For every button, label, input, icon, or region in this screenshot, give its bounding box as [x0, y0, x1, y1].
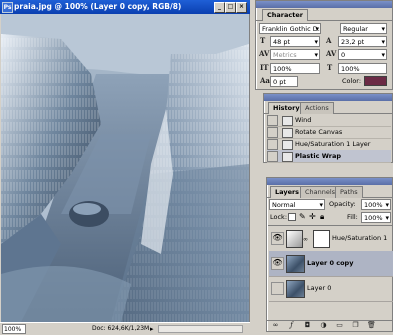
- doc-size-info: Doc: 624,6K/1,23M: [92, 325, 150, 332]
- horizontal-scale-icon: T: [327, 63, 333, 72]
- add-mask-icon[interactable]: ◘: [303, 321, 312, 330]
- maximize-icon[interactable]: □: [225, 2, 236, 13]
- close-icon[interactable]: ×: [236, 2, 247, 13]
- color-label: Color:: [342, 77, 362, 85]
- history-item-label: Plastic Wrap: [295, 152, 341, 160]
- character-tabs: Character: [256, 8, 392, 21]
- history-item-label: Rotate Canvas: [295, 128, 343, 136]
- font-family-select[interactable]: Franklin Gothic D...: [259, 23, 321, 34]
- visibility-eye-icon[interactable]: 👁︎: [271, 232, 284, 245]
- document-window: Ps praia.jpg @ 100% (Layer 0 copy, RGB/8…: [0, 0, 250, 335]
- layers-toolbar: ∞ ƒ ◘ ◑ ▭ ❐ 🗑︎: [267, 320, 392, 332]
- visibility-eye-icon[interactable]: [271, 282, 284, 295]
- tracking-field[interactable]: 0: [338, 49, 387, 60]
- kerning-field[interactable]: Metrics: [270, 49, 320, 60]
- fill-label: Fill:: [347, 213, 358, 221]
- lock-transparency-icon[interactable]: [288, 213, 296, 221]
- layer-style-icon[interactable]: ƒ: [287, 321, 296, 330]
- layer-name: Layer 0 copy: [307, 259, 354, 267]
- minimize-icon[interactable]: _: [214, 2, 225, 13]
- history-panel: History Actions Wind Rotate Canvas Hue/S…: [263, 93, 393, 163]
- text-color-swatch[interactable]: [364, 76, 387, 86]
- history-step-icon: [282, 140, 293, 150]
- adjustment-layer-icon: [286, 230, 303, 248]
- blend-mode-select[interactable]: Normal: [269, 199, 325, 210]
- panel-title-bar[interactable]: [267, 178, 392, 185]
- layers-list: 👁︎ ∞ Hue/Saturation 1 👁︎ Layer 0 copy La…: [268, 225, 393, 317]
- leading-field[interactable]: 23,2 pt: [338, 36, 387, 47]
- tab-paths[interactable]: Paths: [335, 186, 363, 198]
- layer-thumbnail: [286, 280, 305, 298]
- layer-name: Layer 0: [307, 284, 332, 292]
- font-size-icon: T: [260, 36, 266, 45]
- zoom-field[interactable]: 100%: [2, 324, 26, 334]
- new-layer-icon[interactable]: ❐: [351, 321, 360, 330]
- tab-character[interactable]: Character: [262, 9, 308, 21]
- link-layers-icon[interactable]: ∞: [271, 321, 280, 330]
- lock-pixels-icon[interactable]: ✎: [299, 212, 306, 221]
- horizontal-scale-field[interactable]: 100%: [338, 63, 387, 74]
- layer-mask-thumbnail: [313, 230, 330, 248]
- kerning-icon: AV: [259, 49, 270, 58]
- history-item-label: Wind: [295, 116, 312, 124]
- document-title: praia.jpg @ 100% (Layer 0 copy, RGB/8): [14, 2, 182, 11]
- layer-row-hue-saturation[interactable]: 👁︎ ∞ Hue/Saturation 1: [269, 226, 393, 252]
- horizontal-scrollbar[interactable]: [158, 325, 243, 333]
- history-state-checkbox[interactable]: [267, 139, 278, 150]
- document-status-bar: 100% Doc: 624,6K/1,23M ▸: [0, 322, 250, 335]
- layer-link-icon: ∞: [303, 236, 308, 243]
- delete-layer-icon[interactable]: 🗑︎: [367, 321, 376, 330]
- document-title-bar[interactable]: Ps praia.jpg @ 100% (Layer 0 copy, RGB/8…: [0, 0, 250, 14]
- vertical-scale-field[interactable]: 100%: [270, 63, 320, 74]
- tracking-icon: AV: [326, 49, 337, 58]
- history-tabs: History Actions: [264, 101, 392, 114]
- visibility-eye-icon[interactable]: 👁︎: [271, 257, 284, 270]
- opacity-field[interactable]: 100%: [361, 199, 391, 210]
- tab-actions[interactable]: Actions: [300, 102, 334, 114]
- new-group-icon[interactable]: ▭: [335, 321, 344, 330]
- history-state-checkbox[interactable]: [267, 151, 278, 162]
- history-step-icon: [282, 116, 293, 126]
- history-item-selected[interactable]: Plastic Wrap: [267, 150, 391, 163]
- history-state-checkbox[interactable]: [267, 115, 278, 126]
- adjustment-layer-button-icon[interactable]: ◑: [319, 321, 328, 330]
- font-style-select[interactable]: Regular: [340, 23, 387, 34]
- layer-thumbnail: [286, 255, 305, 273]
- history-step-icon: [282, 152, 293, 162]
- leading-icon: A: [326, 36, 332, 45]
- layer-name: Hue/Saturation 1: [332, 234, 388, 242]
- font-size-field[interactable]: 48 pt: [270, 36, 320, 47]
- baseline-shift-icon: Aa: [260, 76, 270, 85]
- tab-layers[interactable]: Layers: [270, 186, 305, 198]
- lock-all-icon[interactable]: 🔒︎: [320, 212, 324, 222]
- history-step-icon: [282, 128, 293, 138]
- panel-title-bar[interactable]: [264, 94, 392, 101]
- fill-field[interactable]: 100%: [361, 212, 391, 223]
- layer-row-layer-0-copy[interactable]: 👁︎ Layer 0 copy: [269, 251, 393, 277]
- layers-tabs: Layers Channels Paths: [267, 185, 392, 198]
- image-canvas[interactable]: [1, 14, 249, 322]
- lock-position-icon[interactable]: ✛: [309, 212, 316, 221]
- photoshop-icon: Ps: [2, 2, 13, 13]
- status-arrow-icon[interactable]: ▸: [150, 323, 154, 335]
- layer-row-layer-0[interactable]: Layer 0: [269, 276, 393, 302]
- history-item-label: Hue/Saturation 1 Layer: [295, 140, 371, 148]
- layers-panel: Layers Channels Paths Normal Opacity: 10…: [266, 177, 393, 332]
- beach-photo: [1, 14, 249, 322]
- opacity-label: Opacity:: [329, 200, 356, 208]
- history-state-checkbox[interactable]: [267, 127, 278, 138]
- baseline-shift-field[interactable]: 0 pt: [270, 76, 298, 87]
- vertical-scale-icon: IT: [260, 63, 269, 72]
- lock-label: Lock:: [270, 213, 288, 221]
- panel-title-bar[interactable]: [256, 1, 392, 8]
- character-panel: Character Franklin Gothic D... Regular T…: [255, 0, 393, 90]
